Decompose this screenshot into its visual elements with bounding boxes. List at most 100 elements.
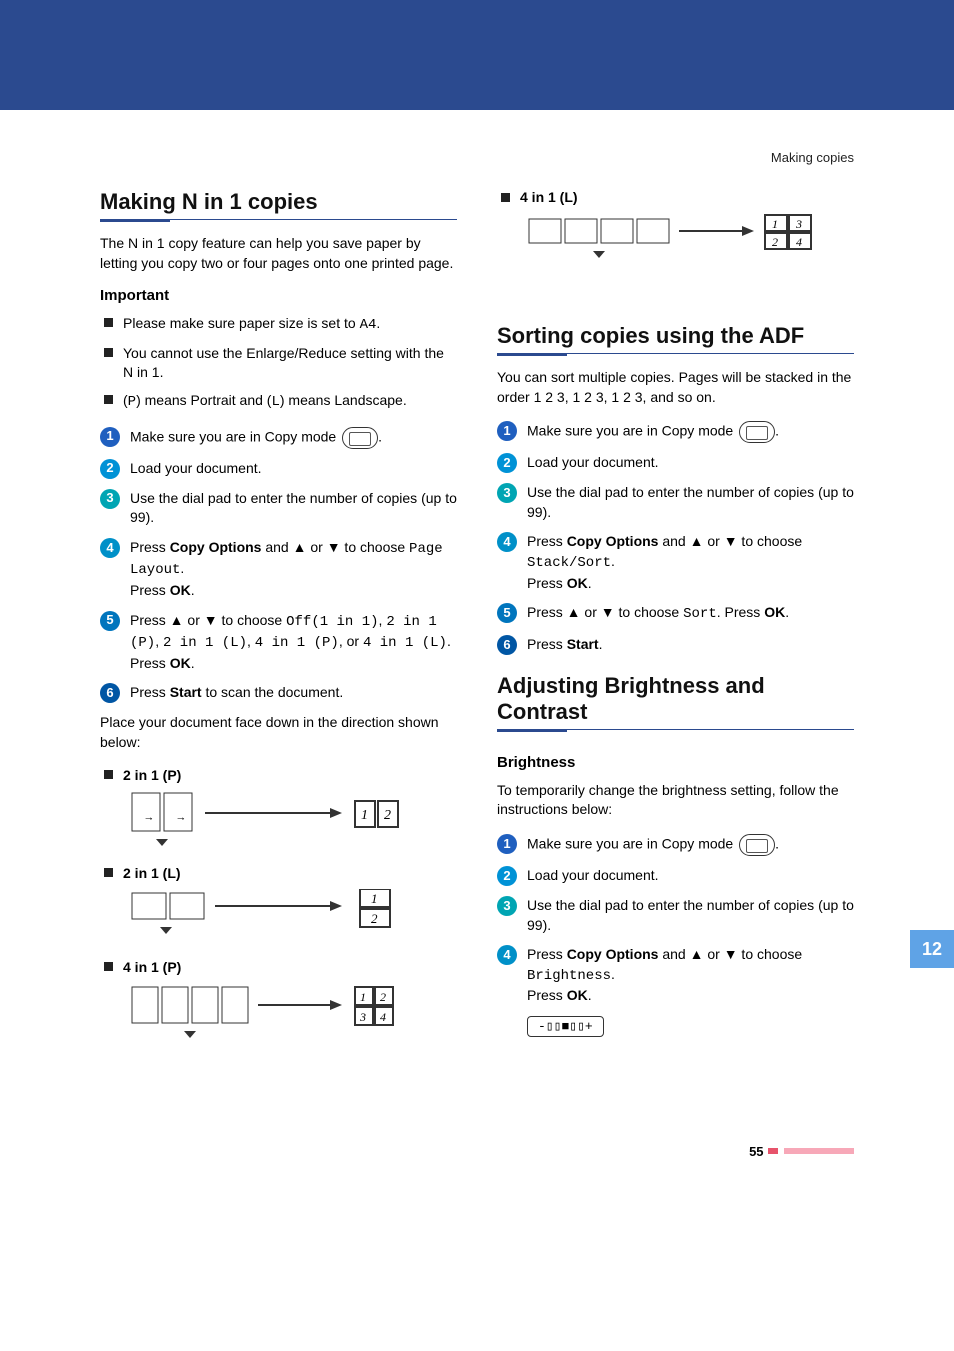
- square-bullet-icon: [501, 193, 510, 202]
- step-number-icon: 3: [497, 483, 517, 503]
- step-number-icon: 6: [497, 635, 517, 655]
- text: Press: [527, 987, 567, 1003]
- text: to scan the document.: [202, 684, 344, 700]
- layout-label-4in1p: 4 in 1 (P): [100, 959, 457, 975]
- code-a4: A4: [360, 317, 377, 333]
- step-number-icon: 2: [100, 459, 120, 479]
- step-number-icon: 4: [497, 945, 517, 965]
- bright-step-3: 3 Use the dial pad to enter the number o…: [497, 896, 854, 935]
- square-bullet-icon: [104, 395, 113, 404]
- text: and ▲ or ▼ to choose: [658, 946, 802, 962]
- option-2in1l: 2 in 1 (L): [163, 635, 247, 651]
- footer-accent-icon: [768, 1148, 778, 1154]
- layout-label-4in1l: 4 in 1 (L): [497, 189, 854, 205]
- svg-text:2: 2: [380, 990, 386, 1004]
- square-bullet-icon: [104, 770, 113, 779]
- step-2: 2 Load your document.: [100, 459, 457, 479]
- text: .: [191, 582, 195, 598]
- layout-name: 4 in 1 (P): [123, 959, 181, 975]
- key-ok: OK: [764, 604, 785, 620]
- text: Press: [130, 539, 170, 555]
- place-document-text: Place your document face down in the dir…: [100, 713, 457, 752]
- running-head: Making copies: [100, 150, 854, 165]
- heading-important: Important: [100, 287, 457, 304]
- layout-name: 4 in 1 (L): [520, 189, 578, 205]
- heading-brightness-contrast: Adjusting Brightness and Contrast: [497, 673, 854, 725]
- page-footer: 55: [100, 1143, 854, 1161]
- svg-text:2: 2: [772, 235, 778, 249]
- sort-step-3: 3 Use the dial pad to enter the number o…: [497, 483, 854, 522]
- sort-paragraph: You can sort multiple copies. Pages will…: [497, 368, 854, 407]
- step-text: Make sure you are in Copy mode: [130, 428, 340, 444]
- key-start: Start: [567, 636, 599, 652]
- text: .: [611, 553, 615, 569]
- step-5: 5 Press ▲ or ▼ to choose Off(1 in 1), 2 …: [100, 611, 457, 674]
- step-text: Use the dial pad to enter the number of …: [130, 489, 457, 528]
- layout-label-2in1l: 2 in 1 (L): [100, 865, 457, 881]
- svg-text:1: 1: [360, 990, 366, 1004]
- text: Press ▲ or ▼ to choose: [527, 604, 683, 620]
- text: . Press: [717, 604, 764, 620]
- step-text: Make sure you are in Copy mode: [527, 423, 737, 439]
- key-ok: OK: [567, 987, 588, 1003]
- heading-sorting: Sorting copies using the ADF: [497, 323, 854, 349]
- layout-figure-2in1l: 1 2: [100, 889, 457, 945]
- step-number-icon: 6: [100, 683, 120, 703]
- step-text: Use the dial pad to enter the number of …: [527, 483, 854, 522]
- svg-text:2: 2: [384, 808, 391, 823]
- key-ok: OK: [170, 655, 191, 671]
- copy-mode-icon: [739, 421, 775, 443]
- page-number: 55: [749, 1144, 763, 1159]
- text: Press: [527, 533, 567, 549]
- text: .: [611, 966, 615, 982]
- text: .: [785, 604, 789, 620]
- step-4: 4 Press Copy Options and ▲ or ▼ to choos…: [100, 538, 457, 601]
- square-bullet-icon: [104, 318, 113, 327]
- step-text: Load your document.: [130, 459, 457, 479]
- key-copy-options: Copy Options: [170, 539, 262, 555]
- section-rule: [497, 729, 854, 730]
- svg-text:1: 1: [772, 217, 778, 231]
- sort-step-6: 6 Press Start.: [497, 635, 854, 655]
- option-off: Off(1 in 1): [286, 614, 378, 630]
- menu-brightness: Brightness: [527, 968, 611, 984]
- text: , or: [339, 633, 363, 649]
- step-text: Make sure you are in Copy mode: [527, 836, 737, 852]
- right-column: 4 in 1 (L) 1 3 2: [497, 189, 854, 1063]
- text: .: [588, 987, 592, 1003]
- step-3: 3 Use the dial pad to enter the number o…: [100, 489, 457, 528]
- svg-text:3: 3: [795, 217, 802, 231]
- key-ok: OK: [170, 582, 191, 598]
- heading-n-in-1: Making N in 1 copies: [100, 189, 457, 215]
- step-number-icon: 5: [100, 611, 120, 631]
- brightness-paragraph: To temporarily change the brightness set…: [497, 781, 854, 820]
- text: and ▲ or ▼ to choose: [658, 533, 802, 549]
- important-item: You cannot use the Enlarge/Reduce settin…: [100, 344, 457, 383]
- bright-step-2: 2 Load your document.: [497, 866, 854, 886]
- lcd-display: -▯▯■▯▯+: [527, 1016, 604, 1037]
- footer-accent-icon: [784, 1148, 854, 1154]
- step-number-icon: 3: [100, 489, 120, 509]
- key-start: Start: [170, 684, 202, 700]
- step-number-icon: 5: [497, 603, 517, 623]
- option-4in1p: 4 in 1 (P): [255, 635, 339, 651]
- text: and ▲ or ▼ to choose: [261, 539, 409, 555]
- step-number-icon: 1: [497, 834, 517, 854]
- sort-step-1: 1 Make sure you are in Copy mode .: [497, 421, 854, 443]
- layout-name: 2 in 1 (P): [123, 767, 181, 783]
- step-6: 6 Press Start to scan the document.: [100, 683, 457, 703]
- square-bullet-icon: [104, 962, 113, 971]
- sort-step-2: 2 Load your document.: [497, 453, 854, 473]
- square-bullet-icon: [104, 348, 113, 357]
- step-number-icon: 4: [497, 532, 517, 552]
- option-4in1l: 4 in 1 (L): [363, 635, 447, 651]
- important-item: (P) means Portrait and (L) means Landsca…: [100, 391, 457, 413]
- text: .: [180, 560, 184, 576]
- step-number-icon: 4: [100, 538, 120, 558]
- section-rule: [100, 219, 457, 220]
- heading-brightness: Brightness: [497, 754, 854, 771]
- layout-figure-2in1p: ↑ ↑ 1 2: [100, 791, 457, 851]
- text: .: [588, 575, 592, 591]
- text: You cannot use the Enlarge/Reduce settin…: [123, 344, 457, 383]
- bright-step-4: 4 Press Copy Options and ▲ or ▼ to choos…: [497, 945, 854, 1006]
